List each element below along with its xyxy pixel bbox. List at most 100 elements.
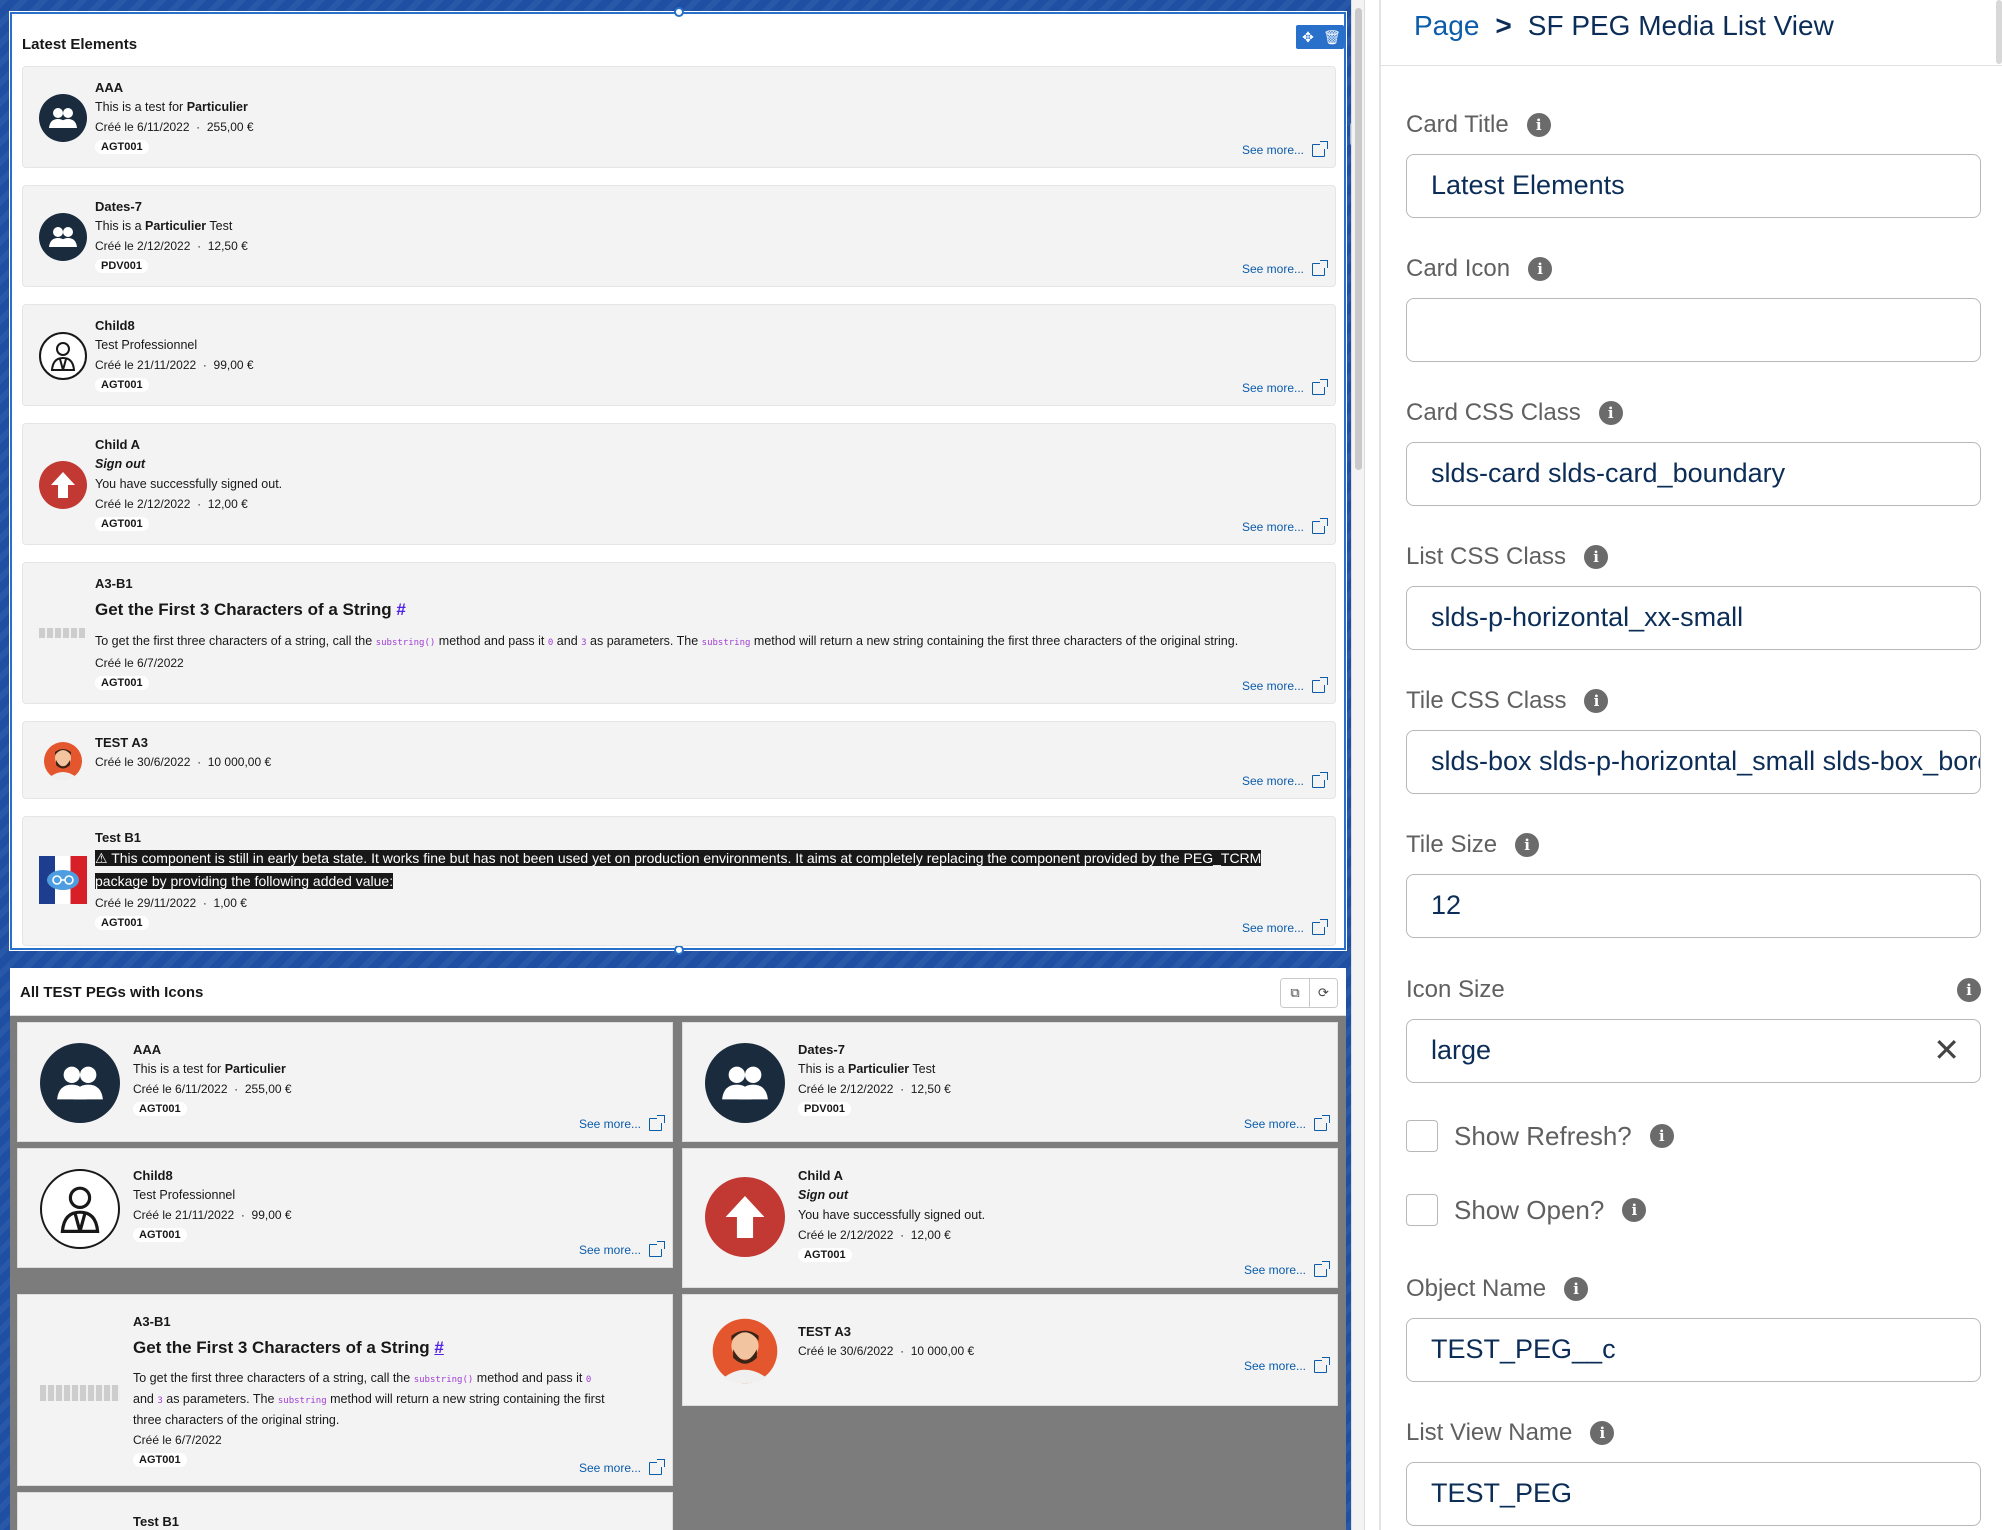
icon-size-combobox[interactable]: large ✕ (1406, 1019, 1981, 1083)
info-icon[interactable]: i (1515, 833, 1540, 857)
see-more-link[interactable]: See more... (1244, 1356, 1330, 1373)
owner-badge: AGT001 (95, 140, 149, 154)
group-icon (39, 94, 87, 142)
see-more-link[interactable]: See more... (1242, 517, 1328, 534)
all-test-pegs-card[interactable]: All TEST PEGs with Icons ⧉ ⟳ AAA This is… (10, 968, 1346, 1530)
delete-icon[interactable]: 🗑 (1320, 25, 1344, 49)
field-label: Tile CSS Class (1406, 687, 1567, 714)
item-meta: Créé le 6/7/2022 (95, 656, 184, 670)
item-meta: Créé le 30/6/2022 · 10 000,00 € (95, 755, 272, 769)
card-title-field: Card Title i Latest Elements (1406, 110, 1981, 218)
panel-scrollbar[interactable] (1996, 0, 2002, 64)
tile-size-input[interactable]: 12 (1406, 874, 1981, 938)
icon-size-field: Icon Size i large ✕ (1406, 975, 1981, 1083)
panel-header: Page > SF PEG Media List View (1380, 0, 2002, 66)
item-title: TEST A3 (95, 735, 148, 750)
item-title: Dates-7 (95, 199, 142, 214)
component-toolbar: ✥ 🗑 (1296, 25, 1344, 49)
owner-badge: AGT001 (95, 378, 149, 392)
canvas-scrollbar[interactable] (1351, 0, 1364, 1530)
show-open-checkbox[interactable] (1406, 1194, 1438, 1226)
see-more-link[interactable]: See more... (1244, 1114, 1330, 1131)
item-meta: Créé le 2/12/2022 · 12,50 € (95, 239, 248, 253)
info-icon[interactable]: i (1598, 401, 1623, 425)
item-title: AAA (95, 80, 124, 95)
external-link-icon (1312, 517, 1328, 534)
field-label: Card Icon (1406, 255, 1511, 282)
clear-icon[interactable]: ✕ (1933, 1020, 1960, 1081)
scrollbar-thumb[interactable] (1355, 8, 1362, 470)
info-icon[interactable]: i (1590, 1421, 1615, 1445)
info-icon[interactable]: i (1526, 113, 1551, 137)
see-more-link[interactable]: See more... (579, 1458, 665, 1475)
see-more-link[interactable]: See more... (579, 1240, 665, 1257)
see-more-link[interactable]: See more... (1242, 918, 1328, 935)
list-item: Dates-7 This is a Particulier Test Créé … (22, 185, 1336, 287)
owner-badge: PDV001 (95, 259, 148, 273)
card-css-input[interactable]: slds-card slds-card_boundary (1406, 442, 1981, 506)
beta-warning: ⚠ This component is still in early beta … (95, 850, 1262, 889)
info-icon[interactable]: i (1649, 1124, 1674, 1148)
tile-css-input[interactable]: slds-box slds-p-horizontal_small slds-bo… (1406, 730, 1981, 794)
object-name-field: Object Name i TEST_PEG__c (1406, 1274, 1981, 1382)
person-icon (40, 1169, 120, 1249)
open-icon[interactable]: ⧉ (1281, 979, 1309, 1007)
card-header: All TEST PEGs with Icons ⧉ ⟳ (10, 968, 1346, 1016)
see-more-link[interactable]: See more... (1242, 259, 1328, 276)
avatar (39, 737, 87, 785)
resize-handle-bottom[interactable] (674, 945, 684, 955)
owner-badge: AGT001 (133, 1453, 187, 1467)
card-title: Latest Elements (22, 36, 138, 53)
grid-item: Child8 Test Professionnel Créé le 21/11/… (17, 1148, 673, 1268)
item-meta: Créé le 21/11/2022 · 99,00 € (95, 358, 254, 372)
item-description: Test Professionnel (133, 1188, 236, 1202)
resize-handle-top[interactable] (674, 7, 684, 17)
anchor-link[interactable]: # (396, 600, 405, 619)
refresh-icon[interactable]: ⟳ (1309, 979, 1337, 1007)
owner-badge: AGT001 (798, 1248, 852, 1262)
item-description: This is a test for Particulier (133, 1062, 286, 1076)
field-label: Icon Size (1406, 976, 1505, 1003)
grid-item: TEST A3 Créé le 30/6/2022 · 10 000,00 € … (682, 1294, 1338, 1406)
person-icon (39, 332, 87, 380)
card-icon-input[interactable] (1406, 298, 1981, 362)
info-icon[interactable]: i (1584, 689, 1609, 713)
info-icon[interactable]: i (1584, 545, 1609, 569)
info-icon[interactable]: i (1564, 1277, 1589, 1301)
list-item: TEST A3 Créé le 30/6/2022 · 10 000,00 € … (22, 721, 1336, 799)
see-more-link[interactable]: See more... (579, 1114, 665, 1131)
see-more-link[interactable]: See more... (1242, 378, 1328, 395)
item-title: Test B1 (133, 1514, 179, 1529)
anchor-link[interactable]: # (434, 1338, 443, 1357)
field-label: List View Name (1406, 1419, 1573, 1446)
breadcrumb-page-link[interactable]: Page (1414, 10, 1479, 41)
latest-elements-card[interactable]: ✥ 🗑 Latest Elements AAA This is a test f… (9, 7, 1347, 955)
avatar (705, 1311, 785, 1391)
see-more-link[interactable]: See more... (1242, 676, 1328, 693)
show-refresh-checkbox[interactable] (1406, 1120, 1438, 1152)
item-description: You have successfully signed out. (798, 1208, 986, 1222)
list-view-name-input[interactable]: TEST_PEG (1406, 1462, 1981, 1526)
info-icon[interactable]: i (1957, 978, 1981, 1002)
field-label: Object Name (1406, 1275, 1547, 1302)
external-link-icon (1312, 140, 1328, 157)
arrow-up-icon (39, 461, 87, 509)
item-meta: Créé le 2/12/2022 · 12,50 € (798, 1082, 951, 1096)
info-icon[interactable]: i (1622, 1198, 1647, 1222)
see-more-link[interactable]: See more... (1244, 1260, 1330, 1277)
item-title: Child A (95, 437, 141, 452)
see-more-link[interactable]: See more... (1242, 140, 1328, 157)
item-title: Child A (798, 1168, 844, 1183)
external-link-icon (1314, 1114, 1330, 1131)
card-title: All TEST PEGs with Icons (20, 984, 204, 1001)
list-css-input[interactable]: slds-p-horizontal_xx-small (1406, 586, 1981, 650)
arrow-up-icon (705, 1177, 785, 1257)
object-name-input[interactable]: TEST_PEG__c (1406, 1318, 1981, 1382)
info-icon[interactable]: i (1528, 257, 1553, 281)
group-icon (705, 1043, 785, 1123)
move-icon[interactable]: ✥ (1296, 25, 1320, 49)
see-more-link[interactable]: See more... (1242, 771, 1328, 788)
card-title-input[interactable]: Latest Elements (1406, 154, 1981, 218)
item-description: This is a test for Particulier (95, 100, 248, 114)
external-link-icon (1312, 918, 1328, 935)
